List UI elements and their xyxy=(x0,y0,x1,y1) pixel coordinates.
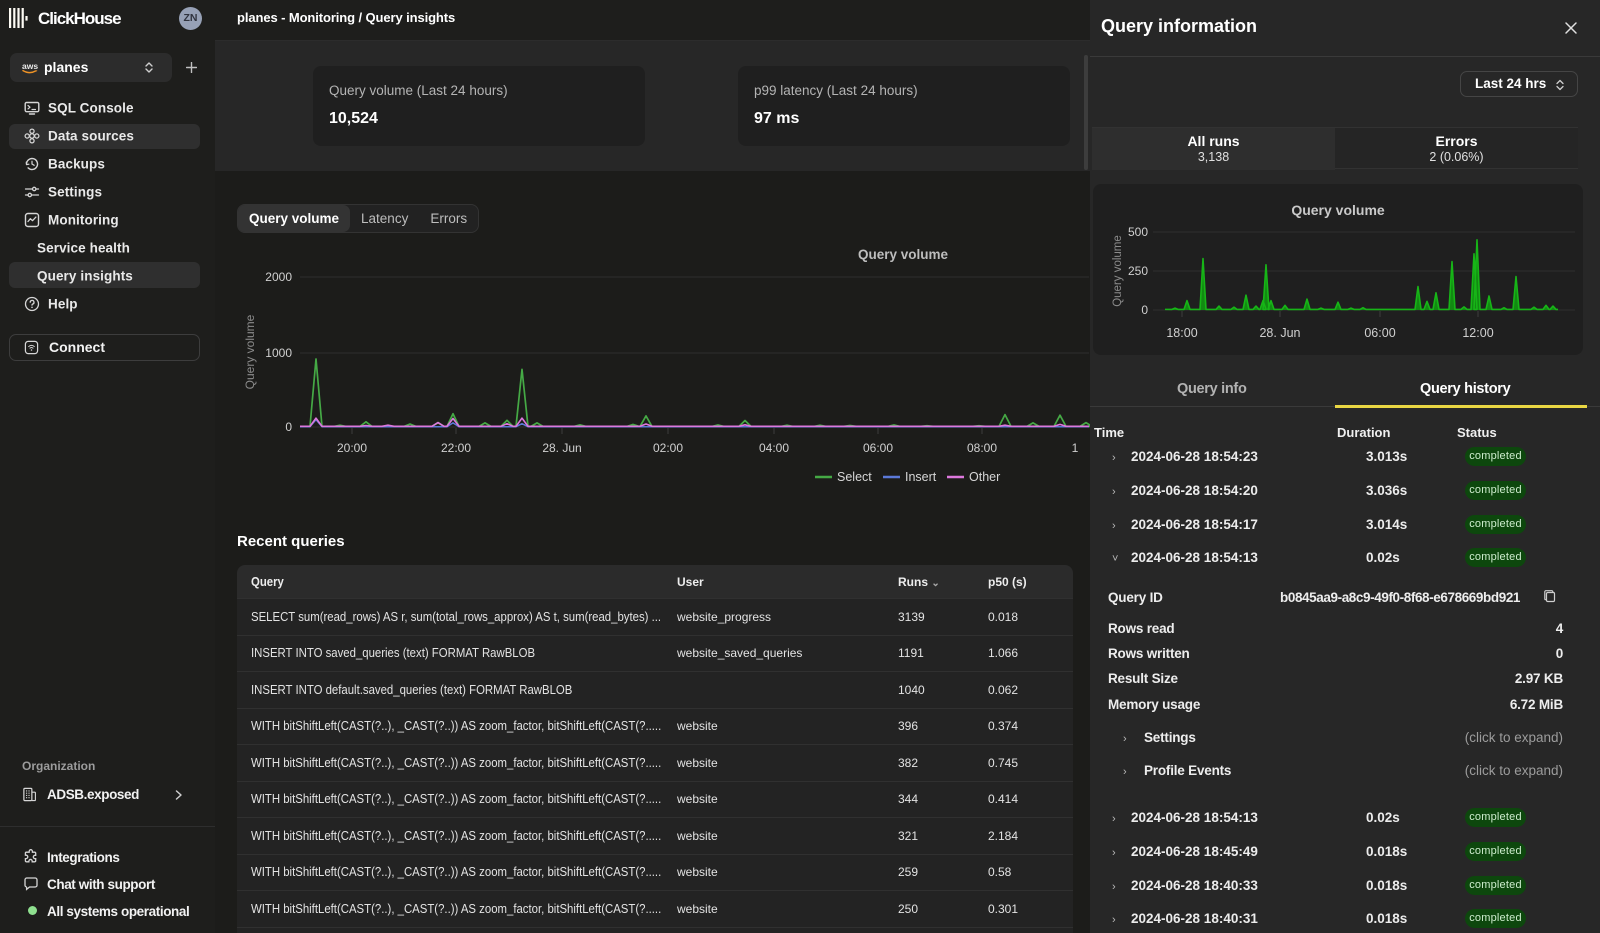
svg-text:Query volume: Query volume xyxy=(1112,235,1124,307)
svg-text:Other: Other xyxy=(969,470,1000,484)
svg-text:250: 250 xyxy=(1128,264,1148,278)
svg-text:0: 0 xyxy=(1141,303,1148,317)
svg-text:1000: 1000 xyxy=(265,346,292,360)
svg-text:Query volume: Query volume xyxy=(1291,202,1385,218)
svg-text:Select: Select xyxy=(837,470,872,484)
svg-text:28. Jun: 28. Jun xyxy=(542,441,581,455)
svg-text:06:00: 06:00 xyxy=(1364,326,1395,340)
svg-text:Insert: Insert xyxy=(905,470,937,484)
svg-text:08:00: 08:00 xyxy=(967,441,997,455)
svg-text:20:00: 20:00 xyxy=(337,441,367,455)
svg-text:06:00: 06:00 xyxy=(863,441,893,455)
svg-text:1: 1 xyxy=(1072,441,1079,455)
svg-text:22:00: 22:00 xyxy=(441,441,471,455)
svg-text:500: 500 xyxy=(1128,225,1148,239)
svg-text:Query volume: Query volume xyxy=(858,247,949,262)
svg-text:aws: aws xyxy=(22,61,38,71)
svg-text:12:00: 12:00 xyxy=(1462,326,1493,340)
svg-text:Query volume: Query volume xyxy=(243,314,257,389)
svg-text:02:00: 02:00 xyxy=(653,441,683,455)
svg-text:28. Jun: 28. Jun xyxy=(1259,326,1300,340)
svg-text:18:00: 18:00 xyxy=(1166,326,1197,340)
svg-text:0: 0 xyxy=(285,420,292,434)
svg-text:04:00: 04:00 xyxy=(759,441,789,455)
svg-text:2000: 2000 xyxy=(265,270,292,284)
